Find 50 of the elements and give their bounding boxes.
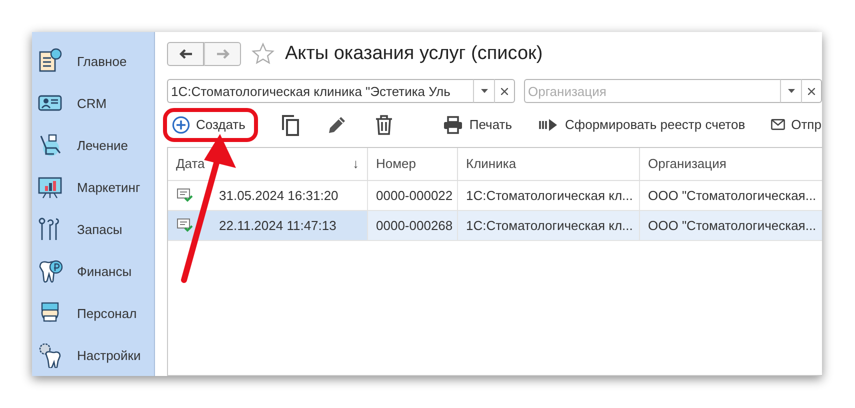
print-button[interactable]: Печать xyxy=(443,116,512,134)
section-icon xyxy=(37,342,63,368)
sidebar-item[interactable]: Маркетинг xyxy=(32,166,154,208)
pencil-icon[interactable] xyxy=(327,114,348,135)
dropdown-icon xyxy=(480,89,488,94)
column-header[interactable]: Клиника xyxy=(458,148,640,181)
trash-icon[interactable] xyxy=(375,114,394,135)
filter-field[interactable]: Организация xyxy=(524,79,780,104)
table-row-cell[interactable]: 22.11.2024 11:47:13 xyxy=(168,210,368,241)
sidebar-item[interactable]: Персонал xyxy=(32,292,154,334)
sort-indicator: ↓ xyxy=(352,156,359,172)
star-icon[interactable] xyxy=(251,42,275,66)
window-title: Акты оказания услуг (список) xyxy=(285,43,543,66)
column-header[interactable]: Дата xyxy=(176,156,205,172)
clear-button[interactable] xyxy=(801,79,822,104)
sidebar-item[interactable]: Настройки xyxy=(32,334,154,376)
dropdown-button[interactable] xyxy=(780,79,801,104)
sidebar-item[interactable]: Лечение xyxy=(32,124,154,166)
forward-arrow-icon xyxy=(216,49,230,60)
create-button[interactable]: Создать xyxy=(167,112,254,138)
back-arrow-icon xyxy=(178,49,192,60)
plus-circle-icon xyxy=(172,116,190,134)
table-cell: 1С:Стоматологическая кл... xyxy=(458,210,640,241)
sidebar-item[interactable]: Запасы xyxy=(32,208,154,250)
envelope-icon xyxy=(771,119,786,130)
section-icon xyxy=(37,48,63,74)
section-icon xyxy=(37,258,63,284)
dropdown-button[interactable] xyxy=(473,79,494,104)
copy-icon[interactable] xyxy=(280,114,300,136)
table-cell: 0000-000268 xyxy=(368,210,458,241)
table-cell: 22.11.2024 11:47:13 xyxy=(219,218,336,233)
sidebar-item[interactable]: CRM xyxy=(32,82,154,124)
column-header[interactable]: Номер xyxy=(368,148,458,181)
document-check-icon xyxy=(177,188,193,202)
column-header[interactable]: Организация xyxy=(640,148,822,181)
bars-arrow-icon xyxy=(539,118,559,131)
sidebar-item[interactable]: Главное xyxy=(32,40,154,82)
clear-button[interactable] xyxy=(494,79,515,104)
sidebar-item[interactable]: Финансы xyxy=(32,250,154,292)
dropdown-icon xyxy=(788,89,794,94)
document-check-icon xyxy=(177,218,193,232)
printer-icon xyxy=(443,116,464,134)
filter-field[interactable]: 1С:Стоматологическая клиника "Эстетика Уль xyxy=(167,79,473,104)
registry-button[interactable]: Сформировать реестр счетов xyxy=(539,117,746,132)
back-button[interactable] xyxy=(167,42,204,66)
table-cell: 31.05.2024 16:31:20 xyxy=(219,188,338,203)
mail-button[interactable]: Отпр xyxy=(771,117,822,132)
close-icon xyxy=(501,88,508,95)
close-icon xyxy=(808,88,815,95)
table-cell: ООО "Стоматологическая... xyxy=(640,210,822,241)
